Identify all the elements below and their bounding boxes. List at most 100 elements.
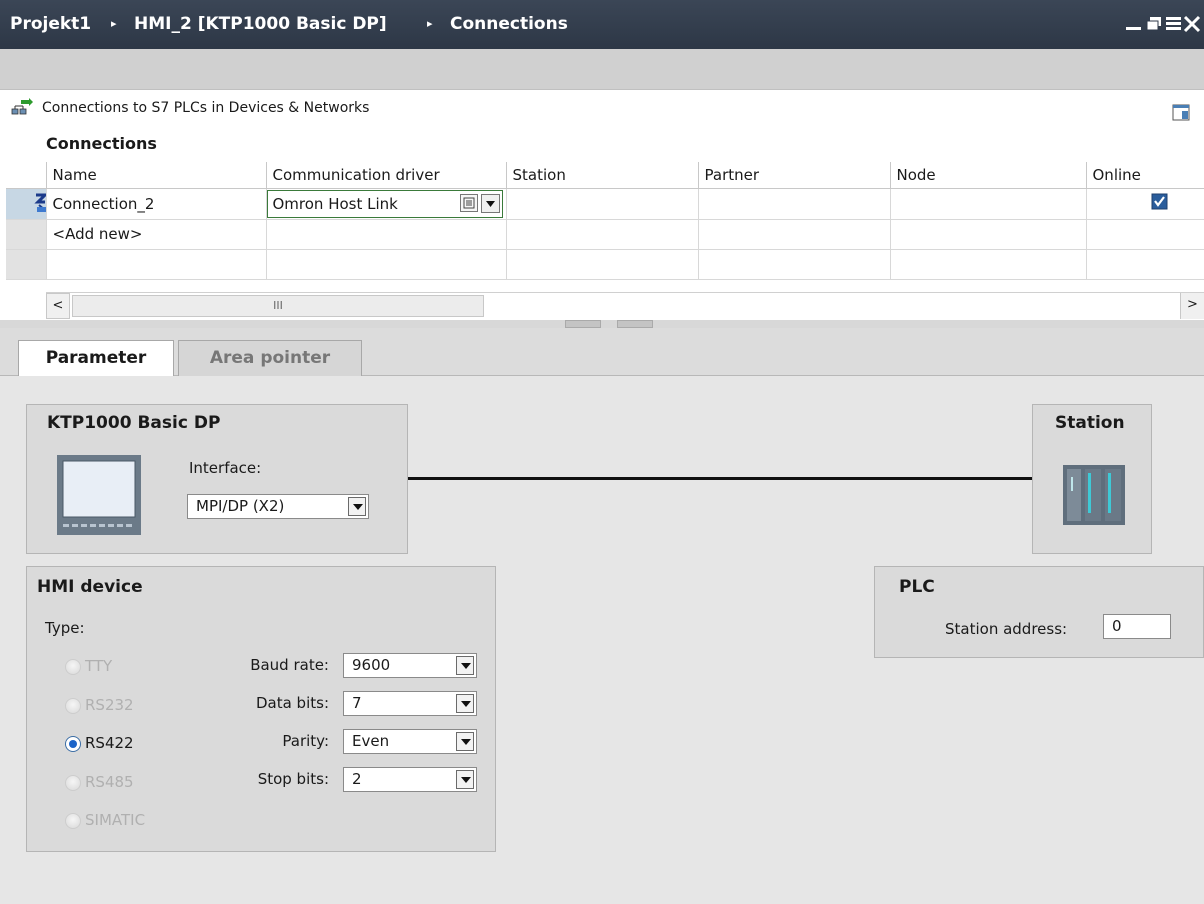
empty-cell	[890, 219, 1087, 250]
column-header-station[interactable]: Station	[506, 162, 699, 189]
baud-rate-value: 9600	[352, 656, 391, 674]
scrollbar-thumb[interactable]: III	[72, 295, 484, 317]
collapse-down-icon[interactable]	[617, 320, 653, 332]
chevron-down-icon[interactable]	[456, 732, 474, 751]
table-row[interactable]: Connection_2 Omron Host Link	[6, 188, 1204, 220]
communication-driver-cell[interactable]: Omron Host Link	[266, 188, 507, 220]
info-text: Connections to S7 PLCs in Devices & Netw…	[42, 100, 370, 116]
chevron-down-icon[interactable]	[456, 656, 474, 675]
maximize-icon[interactable]	[1164, 12, 1184, 34]
table-header-row: Name Communication driver Station Partne…	[6, 162, 1204, 189]
column-header-name[interactable]: Name	[46, 162, 267, 189]
minimize-icon[interactable]	[1124, 12, 1144, 34]
scroll-right-icon[interactable]: >	[1180, 293, 1204, 319]
editor-titlebar: Projekt1 ▸ HMI_2 [KTP1000 Basic DP] ▸ Co…	[0, 0, 1204, 55]
empty-cell	[698, 219, 891, 250]
empty-cell	[1086, 249, 1204, 280]
breadcrumb-separator-icon: ▸	[111, 17, 117, 30]
plc-title: PLC	[899, 577, 935, 597]
station-address-input[interactable]: 0	[1103, 614, 1171, 639]
editor-toolbar	[0, 49, 1204, 90]
stop-bits-label: Stop bits:	[257, 770, 329, 788]
radio-rs232	[65, 698, 81, 714]
tab-parameter[interactable]: Parameter	[18, 340, 174, 377]
connections-area: Connections to S7 PLCs in Devices & Netw…	[0, 90, 1204, 322]
radio-rs422-label[interactable]: RS422	[85, 734, 134, 752]
tab-area-pointer[interactable]: Area pointer	[178, 340, 362, 376]
empty-cell	[1086, 219, 1204, 250]
station-cell[interactable]	[506, 188, 699, 220]
properties-window-icon[interactable]	[1172, 104, 1190, 122]
tab-bar: Parameter Area pointer	[0, 328, 1204, 377]
stop-bits-dropdown[interactable]: 2	[343, 767, 477, 792]
row-header[interactable]	[6, 188, 47, 220]
horizontal-scrollbar[interactable]: < III >	[46, 292, 1204, 319]
type-label: Type:	[45, 619, 85, 637]
radio-rs232-label: RS232	[85, 696, 134, 714]
data-bits-value: 7	[352, 694, 362, 712]
baud-rate-dropdown[interactable]: 9600	[343, 653, 477, 678]
radio-simatic-label: SIMATIC	[85, 811, 146, 829]
online-cell[interactable]	[1086, 188, 1204, 220]
communication-driver-dropdown[interactable]: Omron Host Link	[266, 189, 503, 218]
empty-cell	[266, 219, 507, 250]
column-header-communication-driver[interactable]: Communication driver	[266, 162, 507, 189]
empty-cell	[266, 249, 507, 280]
column-header-node[interactable]: Node	[890, 162, 1087, 189]
node-cell[interactable]	[890, 188, 1087, 220]
breadcrumb-separator-icon: ▸	[427, 17, 433, 30]
plc-panel: PLC Station address: 0	[874, 566, 1204, 658]
splitter[interactable]	[0, 320, 1204, 328]
scroll-left-icon[interactable]: <	[46, 293, 70, 319]
chevron-down-icon[interactable]	[348, 497, 366, 516]
empty-cell	[46, 249, 267, 280]
network-connection-line	[408, 477, 1032, 480]
plc-station-icon	[1063, 465, 1125, 525]
list-icon[interactable]	[459, 193, 478, 212]
hmi-device-panel: HMI device Type: TTY RS232 RS422 RS485 S…	[26, 566, 496, 852]
interface-label: Interface:	[189, 459, 262, 477]
connections-table: Name Communication driver Station Partne…	[6, 162, 1204, 280]
interface-value: MPI/DP (X2)	[196, 497, 285, 515]
column-header-online[interactable]: Online	[1086, 162, 1204, 189]
table-row-add-new[interactable]: <Add new>	[6, 219, 1204, 250]
empty-cell	[698, 249, 891, 280]
online-checkbox[interactable]	[1151, 193, 1169, 211]
station-address-label: Station address:	[945, 620, 1068, 638]
collapse-up-icon[interactable]	[565, 320, 601, 333]
chevron-down-icon[interactable]	[480, 193, 500, 213]
radio-tty-label: TTY	[85, 657, 113, 675]
chevron-down-icon[interactable]	[456, 770, 474, 789]
info-line: Connections to S7 PLCs in Devices & Netw…	[10, 98, 369, 118]
close-icon[interactable]	[1182, 12, 1202, 34]
float-window-icon[interactable]	[1144, 12, 1164, 34]
station-panel: Station	[1032, 404, 1152, 554]
connection-icon	[34, 193, 45, 212]
device-title: KTP1000 Basic DP	[47, 413, 221, 433]
communication-driver-value: Omron Host Link	[272, 194, 398, 213]
radio-simatic	[65, 813, 81, 829]
data-bits-label: Data bits:	[255, 694, 329, 712]
baud-rate-label: Baud rate:	[250, 656, 329, 674]
parity-value: Even	[352, 732, 390, 750]
stop-bits-value: 2	[352, 770, 362, 788]
row-header	[6, 249, 47, 280]
connection-name-cell[interactable]: Connection_2	[46, 188, 267, 220]
add-new-cell[interactable]: <Add new>	[46, 219, 267, 250]
interface-dropdown[interactable]: MPI/DP (X2)	[187, 494, 369, 519]
radio-rs485-label: RS485	[85, 773, 134, 791]
hmi-panel-device-icon	[57, 455, 141, 535]
breadcrumb-device[interactable]: HMI_2 [KTP1000 Basic DP]	[134, 13, 387, 35]
empty-cell	[506, 249, 699, 280]
device-panel: KTP1000 Basic DP Interface: MPI/DP (X2)	[26, 404, 408, 554]
table-row-empty	[6, 249, 1204, 280]
breadcrumb-project[interactable]: Projekt1	[10, 13, 91, 35]
column-header-partner[interactable]: Partner	[698, 162, 891, 189]
radio-rs422[interactable]	[65, 736, 81, 752]
data-bits-dropdown[interactable]: 7	[343, 691, 477, 716]
partner-cell[interactable]	[698, 188, 891, 220]
network-connection-icon	[11, 98, 33, 115]
chevron-down-icon[interactable]	[456, 694, 474, 713]
breadcrumb-connections: Connections	[450, 14, 568, 34]
parity-dropdown[interactable]: Even	[343, 729, 477, 754]
